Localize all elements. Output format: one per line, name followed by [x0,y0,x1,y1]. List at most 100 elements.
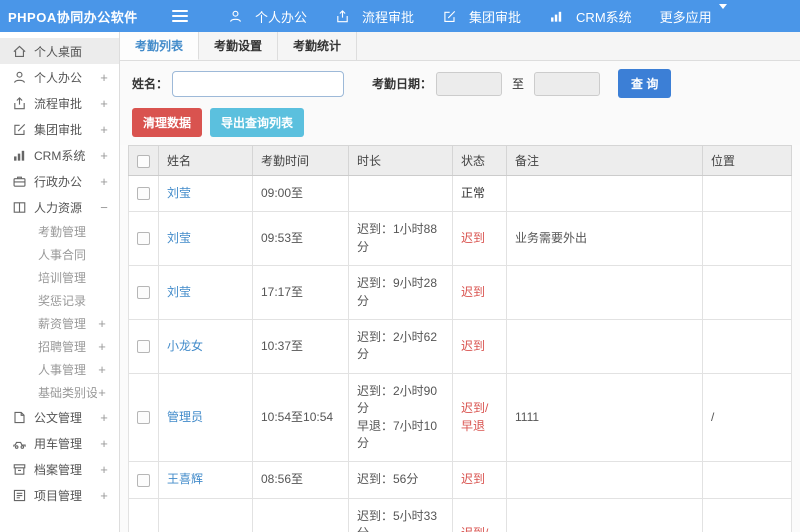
clear-data-button[interactable]: 清理数据 [132,108,203,137]
sidebar-item-label: 集团审批 [34,122,83,137]
sidebar-subitem-personnel-management[interactable]: 人事管理 + [0,358,119,381]
project-icon [12,488,27,503]
sidebar-item-label: 公文管理 [34,410,83,425]
sidebar-subitem-label: 人事合同 [38,248,87,262]
row-checkbox[interactable] [137,187,150,201]
duration-cell: 迟到：2小时90分 早退：7小时10分 [348,372,453,463]
expand-icon[interactable]: + [99,174,109,189]
nav-item-workflow-approval[interactable]: 流程审批 [321,0,428,32]
row-checkbox[interactable] [137,473,150,487]
sidebar-subitem-training-management[interactable]: 培训管理 [0,266,119,289]
sidebar-item-workflow-approval[interactable]: 流程审批 + [0,90,119,116]
location-cell [702,174,792,213]
expand-icon[interactable]: + [99,436,109,451]
select-all-checkbox[interactable] [137,154,150,168]
edit-icon [442,9,457,24]
expand-icon[interactable]: + [97,385,107,400]
column-header: 姓名 [158,145,253,176]
tab-attendance-statistics[interactable]: 考勤统计 [278,32,358,60]
sidebar-subitem-label: 基础类别设置 [38,386,97,400]
row-checkbox[interactable] [137,286,150,300]
expand-icon[interactable]: + [97,339,107,354]
employee-name-link[interactable]: 刘莹 [167,285,191,299]
table-row: 王喜辉 08:56至 迟到：56分 迟到 [128,461,792,499]
employee-name-link[interactable]: 刘莹 [167,186,191,200]
attendance-time-cell: 13:20至13:20 [252,497,349,532]
duration-cell: 迟到：9小时28分 [348,265,453,320]
sidebar-subitem-attendance-management[interactable]: 考勤管理 [0,220,119,243]
date-to-input[interactable] [534,71,601,96]
nav-item-personal-office[interactable]: 个人办公 [214,0,321,32]
tab-attendance-settings[interactable]: 考勤设置 [199,32,279,60]
sidebar-subitem-reward-punishment-record[interactable]: 奖惩记录 [0,289,119,312]
employee-name-link[interactable]: 小龙女 [167,339,203,353]
nav-item-label: 集团审批 [469,9,522,25]
expand-icon[interactable]: + [99,148,109,163]
name-filter-input[interactable] [172,70,345,97]
sidebar-item-vehicle-management[interactable]: 用车管理 + [0,430,119,456]
employee-name-link[interactable]: 刘莹 [167,231,191,245]
car-icon [12,436,27,451]
column-header: 备注 [506,145,703,176]
sidebar-item-personal-desktop[interactable]: 个人桌面 [0,38,119,64]
nav-item-label: 个人办公 [255,9,308,25]
sidebar-item-archive-management[interactable]: 档案管理 + [0,456,119,482]
status-cell: 迟到 [452,211,507,267]
expand-icon[interactable]: + [97,362,107,377]
sidebar-item-project-management[interactable]: 项目管理 + [0,482,119,508]
status-cell: 迟到 [452,461,507,499]
sidebar: 个人桌面 个人办公 + 流程审批 + 集团审批 + CRM系统 + 行政办公 + 人力资源 − 考勤管理人… [0,32,120,532]
expand-icon[interactable]: + [99,122,109,137]
nav-item-crm-system[interactable]: CRM系统 [535,0,646,32]
name-filter-label: 姓名： [132,77,169,91]
date-from-input[interactable] [436,71,503,96]
expand-icon[interactable]: + [97,316,107,331]
nav-item-group-approval[interactable]: 集团审批 [428,0,535,32]
sidebar-item-label: 人力资源 [34,200,83,215]
sidebar-subitem-personnel-contract[interactable]: 人事合同 [0,243,119,266]
employee-name-link[interactable]: 管理员 [167,410,203,424]
sidebar-item-document-management[interactable]: 公文管理 + [0,404,119,430]
location-cell [702,211,792,267]
expand-icon[interactable]: + [99,488,109,503]
archive-icon [12,462,27,477]
sidebar-item-label: 行政办公 [34,174,83,189]
employee-name-link[interactable]: 王喜辉 [167,472,203,486]
sidebar-item-admin-office[interactable]: 行政办公 + [0,168,119,194]
sidebar-item-crm-system[interactable]: CRM系统 + [0,142,119,168]
remark-cell: 1111 [506,372,703,463]
expand-icon[interactable]: + [99,462,109,477]
chart-icon [549,9,564,24]
sidebar-subitem-label: 人事管理 [38,363,87,377]
attendance-time-cell: 08:56至 [252,461,349,499]
duration-cell: 迟到：1小时88分 [348,211,453,267]
sidebar-subitem-recruitment-management[interactable]: 招聘管理 + [0,335,119,358]
search-button[interactable]: 查 询 [618,69,672,98]
tab-attendance-list[interactable]: 考勤列表 [120,32,200,60]
expand-icon[interactable]: + [99,410,109,425]
collapse-icon[interactable]: − [99,200,109,215]
expand-icon[interactable]: + [99,96,109,111]
attendance-time-cell: 10:37至 [252,318,349,374]
sidebar-item-group-approval[interactable]: 集团审批 + [0,116,119,142]
attendance-time-cell: 09:53至 [252,211,349,267]
export-list-button[interactable]: 导出查询列表 [210,108,305,137]
remark-cell [506,174,703,213]
hamburger-menu-icon[interactable] [172,7,188,25]
row-checkbox[interactable] [137,232,150,246]
row-checkbox[interactable] [137,411,150,425]
row-checkbox[interactable] [137,339,150,353]
topbar: PHPOA协同办公软件 个人办公 流程审批 集团审批 CRM系统 更多应用 [0,0,800,32]
sidebar-item-human-resources[interactable]: 人力资源 − [0,194,119,220]
sidebar-item-personal-office[interactable]: 个人办公 + [0,64,119,90]
column-header: 位置 [702,145,792,176]
sidebar-item-label: 用车管理 [34,436,83,451]
sidebar-subitem-basic-category-settings[interactable]: 基础类别设置+ [0,381,119,404]
main-content: 考勤列表 考勤设置 考勤统计 姓名： 考勤日期： 至 查 询 清理数据 导出查询列表… [120,32,800,532]
table-row: 黄蓉13:20至13:20迟到：5小时33分 早退：4小时67分迟到/早退/ [128,497,792,532]
expand-icon[interactable]: + [99,70,109,85]
sidebar-subitem-salary-management[interactable]: 薪资管理 + [0,312,119,335]
table-row: 小龙女 10:37至 迟到：2小时62分 迟到 [128,318,792,374]
nav-item-more-apps[interactable]: 更多应用 [646,0,741,32]
attendance-time-cell: 09:00至 [252,174,349,213]
